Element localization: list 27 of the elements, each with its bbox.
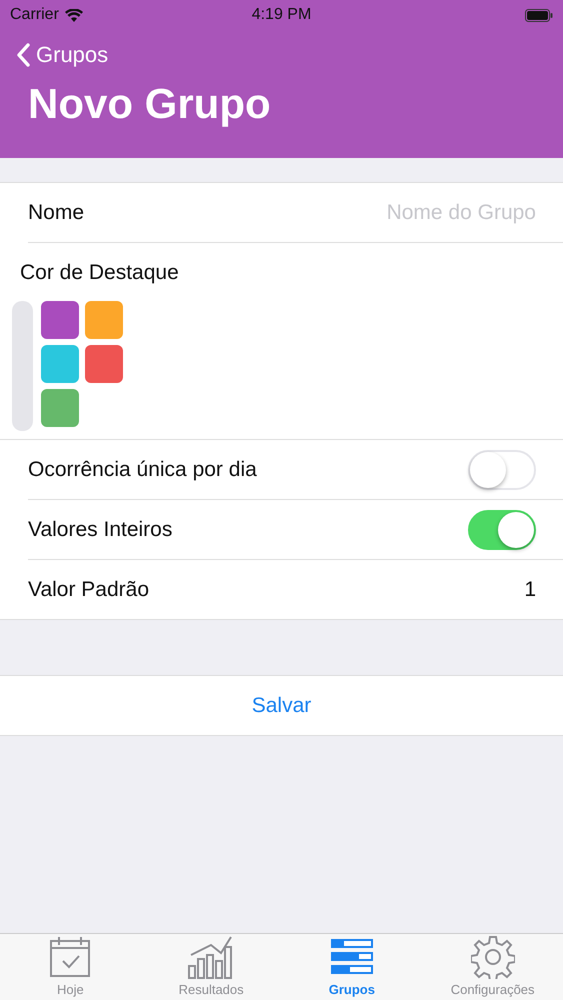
toggle-label: Valores Inteiros	[28, 518, 172, 542]
color-swatch[interactable]	[85, 301, 123, 339]
field-label: Cor de Destaque	[20, 261, 179, 284]
toggle-switch[interactable]	[468, 510, 536, 550]
tab[interactable]: Hoje	[0, 934, 141, 1000]
color-swatch[interactable]	[41, 301, 79, 339]
field-label: Nome	[28, 200, 84, 224]
carrier-label: Carrier	[10, 6, 59, 24]
tab[interactable]: Grupos	[282, 934, 422, 1000]
chevron-left-icon	[16, 43, 30, 67]
battery-icon	[525, 8, 553, 22]
time-label: 4:19 PM	[252, 6, 312, 24]
field-label: Valor Padrão	[28, 578, 150, 602]
tab[interactable]: Resultados	[140, 934, 282, 1000]
calendar-icon	[48, 935, 92, 979]
color-swatch[interactable]	[85, 345, 123, 383]
name-input-field[interactable]: Nome do Grupo	[296, 200, 536, 224]
page-title: Novo Grupo	[28, 80, 271, 128]
settings-icon	[470, 935, 515, 979]
default-value[interactable]: 1	[524, 578, 536, 602]
back-button[interactable]: Grupos	[16, 42, 108, 68]
save-button[interactable]: Salvar	[242, 690, 322, 722]
wifi-icon	[64, 8, 83, 22]
color-swatch[interactable]	[41, 345, 79, 383]
tab[interactable]: Configurações	[422, 934, 563, 1000]
toggle-label: Ocorrência única por dia	[28, 458, 257, 482]
color-swatch[interactable]	[41, 389, 79, 427]
